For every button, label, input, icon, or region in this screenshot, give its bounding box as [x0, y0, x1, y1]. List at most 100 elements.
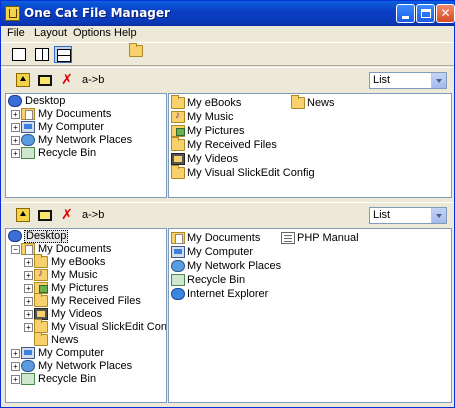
network-icon — [21, 360, 35, 372]
tree-item[interactable]: + Recycle Bin — [6, 147, 166, 160]
list-item-label: My eBooks — [187, 97, 242, 109]
expand-icon[interactable]: + — [11, 110, 20, 119]
menu-bar: File Layout Options Help — [1, 26, 454, 42]
collapse-icon[interactable]: − — [11, 245, 20, 254]
pictures-folder-icon — [171, 125, 185, 137]
minimize-button[interactable] — [396, 4, 415, 23]
folder-icon — [34, 332, 48, 346]
tree-item[interactable]: − My Documents — [6, 243, 166, 256]
delete-icon[interactable]: ✗ — [60, 208, 74, 222]
network-icon — [21, 134, 35, 146]
bottom-folder-tree[interactable]: Desktop−My Documents+My eBooks+My Music+… — [5, 228, 167, 403]
list-item-label: PHP Manual — [297, 232, 359, 244]
my-documents-icon — [21, 108, 35, 120]
expand-icon[interactable]: + — [11, 136, 20, 145]
tree-item-label: Desktop — [24, 230, 69, 243]
tree-item-label: My Computer — [38, 121, 105, 133]
tree-item-label: My eBooks — [51, 256, 106, 268]
music-folder-icon — [34, 268, 48, 281]
horizontal-split-button[interactable] — [54, 46, 72, 63]
vertical-split-icon — [35, 48, 49, 61]
expand-icon[interactable]: + — [24, 284, 33, 293]
select-frame-icon[interactable] — [38, 75, 52, 86]
tree-item-label: Recycle Bin — [38, 373, 97, 385]
tree-item-label: My Network Places — [38, 360, 133, 372]
swap-label[interactable]: a->b — [82, 209, 104, 221]
expand-icon[interactable]: + — [24, 297, 33, 306]
bottom-file-list[interactable]: My Documents My Computer My Network Places… — [168, 228, 452, 403]
up-folder-icon[interactable] — [16, 208, 30, 222]
tree-item-label: My Documents — [38, 243, 112, 255]
view-mode-select[interactable]: List — [369, 207, 447, 224]
view-mode-value: List — [373, 74, 391, 86]
minimize-icon — [402, 16, 409, 19]
recycle-bin-icon — [21, 147, 35, 159]
tree-item[interactable]: + My Network Places — [6, 360, 166, 373]
tree-item-label: News — [51, 334, 79, 346]
chevron-down-icon[interactable] — [431, 73, 446, 88]
up-folder-icon[interactable] — [16, 73, 30, 87]
menu-file[interactable]: File — [7, 27, 25, 39]
tree-item-label: Recycle Bin — [38, 147, 97, 159]
delete-icon[interactable]: ✗ — [60, 73, 74, 87]
computer-icon — [21, 347, 35, 359]
folder-icon — [291, 95, 305, 109]
list-item-label: My Videos — [187, 153, 239, 165]
select-frame-icon[interactable] — [38, 210, 52, 221]
menu-options[interactable]: Options — [73, 27, 111, 39]
tree-item[interactable]: + My Documents — [6, 108, 166, 121]
list-item-label: My Documents — [187, 232, 261, 244]
tree-item[interactable]: + My Received Files — [6, 293, 166, 308]
tree-item-label: My Pictures — [51, 282, 109, 294]
music-folder-icon — [171, 110, 185, 123]
tree-item[interactable]: + My Music — [6, 268, 166, 282]
expand-icon[interactable]: + — [11, 362, 20, 371]
tree-item[interactable]: Desktop — [6, 230, 166, 243]
network-icon — [171, 260, 185, 272]
app-cat-icon — [5, 6, 20, 21]
tree-item[interactable]: + My Network Places — [6, 134, 166, 147]
maximize-button[interactable] — [416, 4, 435, 23]
menu-help[interactable]: Help — [114, 27, 137, 39]
tree-item-label: My Received Files — [51, 295, 141, 307]
list-item-label: News — [307, 97, 335, 109]
tree-item[interactable]: + Recycle Bin — [6, 373, 166, 386]
expand-icon[interactable]: + — [24, 258, 33, 267]
chevron-down-icon[interactable] — [431, 208, 446, 223]
tree-item-label: My Computer — [38, 347, 105, 359]
view-mode-select[interactable]: List — [369, 72, 447, 89]
tree-item[interactable]: + My Visual SlickEdit Config — [6, 319, 166, 334]
top-folder-tree[interactable]: Desktop + My Documents + My Computer + My Netw… — [5, 93, 167, 198]
tree-item[interactable]: + My Computer — [6, 121, 166, 134]
top-file-list[interactable]: My eBooks My Music My Pictures My Received … — [168, 93, 452, 198]
single-pane-button[interactable] — [10, 46, 28, 63]
tree-item[interactable]: + My Computer — [6, 347, 166, 360]
expand-icon[interactable]: + — [11, 123, 20, 132]
expand-icon[interactable]: + — [11, 349, 20, 358]
list-item-label: My Computer — [187, 246, 254, 258]
tree-item-label: My Network Places — [38, 134, 133, 146]
expand-icon[interactable]: + — [24, 323, 33, 332]
computer-icon — [21, 121, 35, 133]
expand-icon[interactable]: + — [24, 271, 33, 280]
desktop-icon — [8, 230, 22, 242]
menu-layout[interactable]: Layout — [34, 27, 67, 39]
list-item-label: My Network Places — [187, 260, 282, 272]
vertical-split-button[interactable] — [33, 46, 51, 63]
swap-label[interactable]: a->b — [82, 74, 104, 86]
expand-icon[interactable]: + — [24, 310, 33, 319]
list-item-label: My Visual SlickEdit Config — [187, 167, 315, 179]
tree-item[interactable]: + My Videos — [6, 308, 166, 321]
top-pane-toolbar: ✗ a->b List — [1, 67, 454, 92]
expand-icon[interactable]: + — [11, 375, 20, 384]
tree-item[interactable]: News — [6, 332, 166, 347]
expand-icon[interactable]: + — [11, 149, 20, 158]
desktop-icon — [8, 95, 22, 107]
title-bar[interactable]: One Cat File Manager ✕ — [1, 1, 455, 26]
tree-item[interactable]: + My eBooks — [6, 254, 166, 269]
tree-item[interactable]: Desktop — [6, 95, 166, 108]
tree-item[interactable]: + My Pictures — [6, 282, 166, 295]
open-folder-icon[interactable] — [129, 43, 143, 57]
close-button[interactable]: ✕ — [436, 4, 455, 23]
single-pane-icon — [12, 48, 26, 61]
